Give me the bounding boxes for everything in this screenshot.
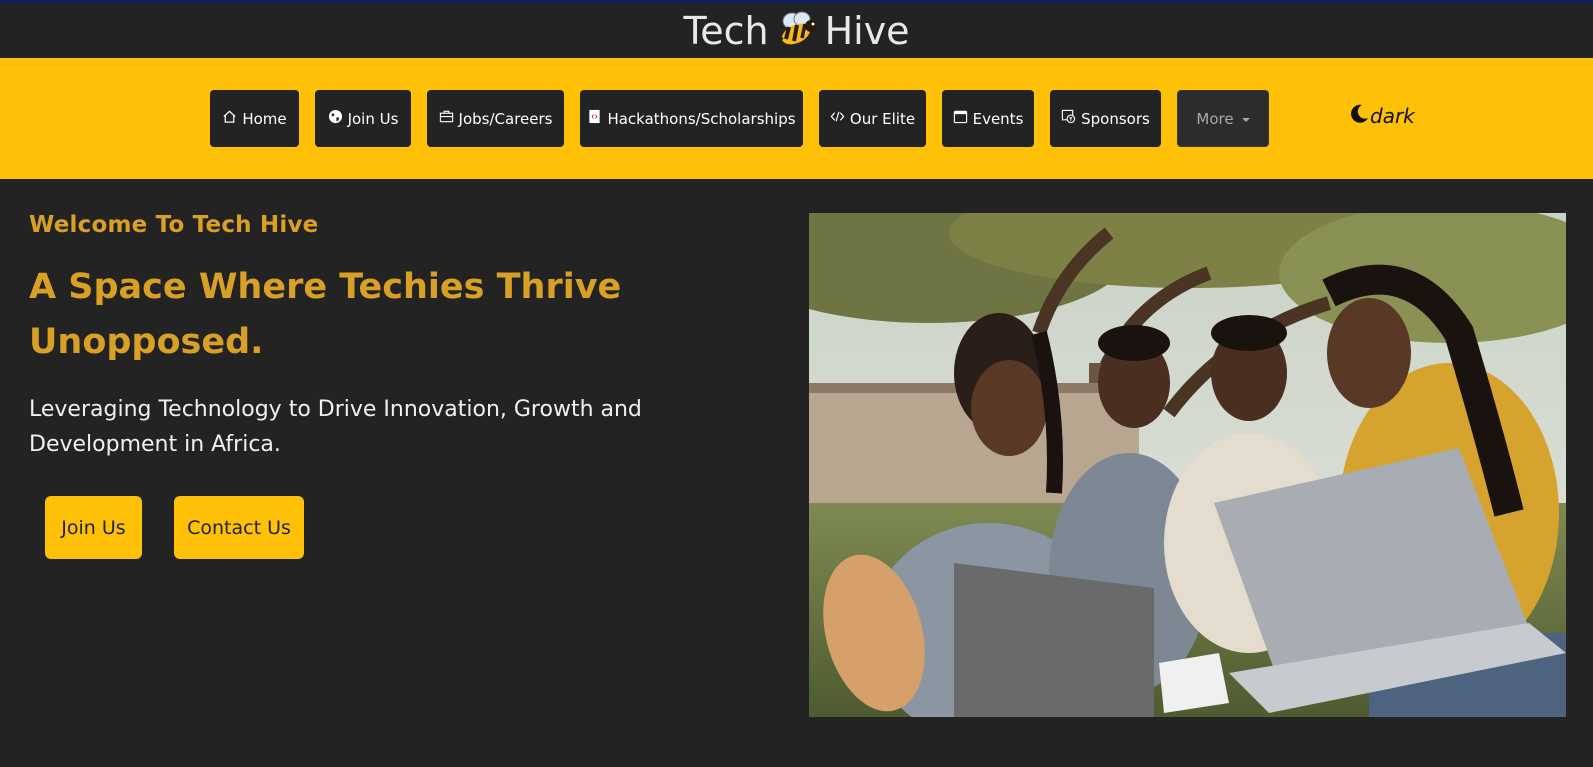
hero-text: Welcome To Tech Hive A Space Where Techi…	[29, 212, 789, 462]
code-file-icon	[587, 109, 602, 128]
join-us-button[interactable]: Join Us	[45, 496, 142, 559]
nav-jobs-careers-label: Jobs/Careers	[458, 109, 553, 128]
contact-us-button[interactable]: Contact Us	[174, 496, 304, 559]
calendar-icon	[953, 109, 968, 128]
home-icon	[222, 109, 237, 128]
nav-jobs-careers-button[interactable]: Jobs/Careers	[427, 90, 564, 147]
bee-icon	[775, 10, 819, 48]
briefcase-icon	[439, 109, 454, 128]
nav-join-us-button[interactable]: Join Us	[315, 90, 411, 147]
brand-name-right: Hive	[824, 9, 910, 53]
nav-home-button[interactable]: Home	[210, 90, 299, 147]
main-navbar: Home Join Us Jobs/Careers Hackathons/Sch…	[0, 58, 1593, 179]
globe-icon	[328, 109, 343, 128]
site-logo[interactable]: Tech Hive	[0, 9, 1593, 53]
moon-icon	[1348, 103, 1370, 130]
chevron-down-icon	[1241, 117, 1250, 122]
hero-tagline: Leveraging Technology to Drive Innovatio…	[29, 397, 642, 457]
nav-events-label: Events	[972, 109, 1024, 128]
nav-hackathons-scholarships-label: Hackathons/Scholarships	[607, 109, 796, 128]
theme-toggle[interactable]: dark	[1348, 101, 1415, 131]
nav-events-button[interactable]: Events	[942, 90, 1034, 147]
nav-hackathons-scholarships-button[interactable]: Hackathons/Scholarships	[580, 90, 803, 147]
code-icon	[830, 109, 845, 128]
nav-sponsors-button[interactable]: Sponsors	[1050, 90, 1161, 147]
theme-toggle-label: dark	[1370, 104, 1415, 128]
nav-our-elite-button[interactable]: Our Elite	[819, 90, 926, 147]
hero-image	[809, 213, 1566, 717]
welcome-heading: Welcome To Tech Hive	[29, 212, 319, 238]
brand-name-left: Tech	[683, 9, 769, 53]
sponsors-icon	[1061, 109, 1076, 128]
hero-headline: A Space Where Techies Thrive Unopposed.	[29, 267, 622, 362]
nav-home-label: Home	[242, 109, 287, 128]
nav-our-elite-label: Our Elite	[849, 109, 916, 128]
nav-join-us-label: Join Us	[347, 109, 399, 128]
nav-sponsors-label: Sponsors	[1081, 109, 1150, 128]
nav-more-label: More	[1196, 109, 1234, 128]
nav-more-dropdown[interactable]: More	[1177, 90, 1269, 147]
brand-bar: Tech Hive	[0, 3, 1593, 58]
